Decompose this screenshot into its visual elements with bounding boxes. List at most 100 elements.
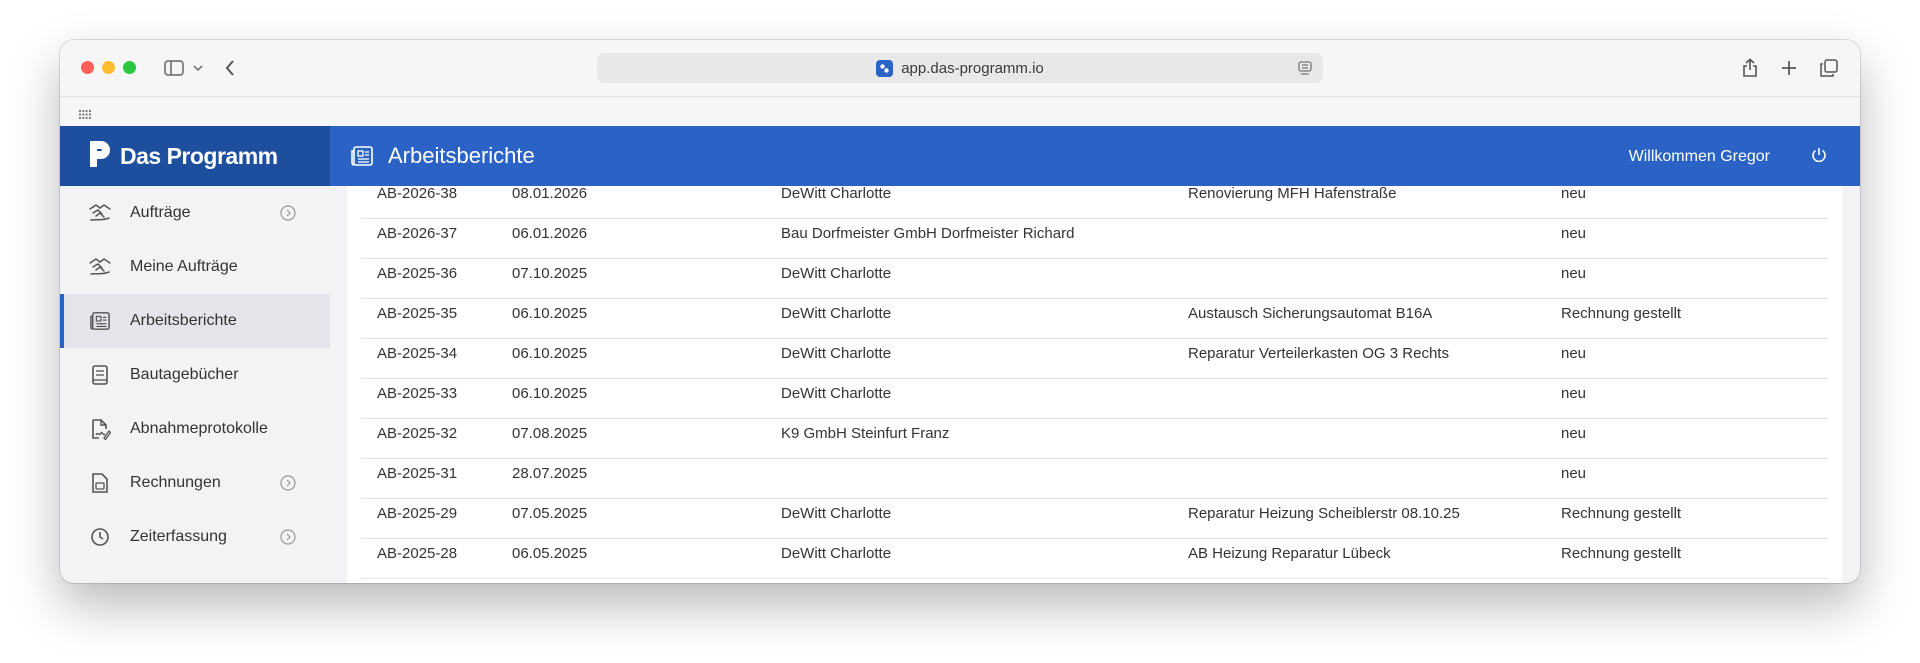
table-row[interactable]: AB-2025-35 06.10.2025 DeWitt Charlotte Aust… xyxy=(361,298,1828,339)
report-id-cell: AB-2026-38 xyxy=(377,186,458,202)
date-cell: 28.07.2025 xyxy=(512,465,588,482)
signed-document-icon xyxy=(88,417,112,441)
handshake-icon xyxy=(88,255,112,279)
tab-overview-icon[interactable] xyxy=(1815,54,1843,82)
status-cell: Rechnung gestellt xyxy=(1561,305,1682,322)
status-cell: neu xyxy=(1561,345,1587,362)
table-row[interactable]: AB-2025-29 07.05.2025 DeWitt Charlotte Repa… xyxy=(361,498,1828,539)
table-row[interactable]: AB-2025-32 07.08.2025 K9 GmbH Steinfurt Fr… xyxy=(361,418,1828,459)
chevron-right-icon[interactable] xyxy=(280,529,296,550)
sidebar-item-meine-auftraege[interactable]: Meine Aufträge xyxy=(60,240,330,294)
logo-icon xyxy=(88,139,114,174)
logo-text: Das Programm xyxy=(120,142,278,169)
newspaper-icon xyxy=(350,145,374,167)
welcome-text: Willkommen Gregor xyxy=(1628,148,1770,165)
chevron-down-icon[interactable] xyxy=(184,54,212,82)
table-row[interactable]: AB-2025-31 28.07.2025 neu xyxy=(361,458,1828,499)
report-id-cell: AB-2025-29 xyxy=(377,505,458,522)
handshake-icon xyxy=(88,201,112,225)
date-cell: 07.08.2025 xyxy=(512,425,588,442)
customer-cell: DeWitt Charlotte xyxy=(781,345,892,362)
report-id-cell: AB-2025-28 xyxy=(377,545,458,562)
project-cell: Reparatur Verteilerkasten OG 3 Rechts xyxy=(1188,345,1449,362)
apps-grid-icon[interactable] xyxy=(78,106,92,124)
table-container: AB-2026-38 08.01.2026 DeWitt Charlotte Reno… xyxy=(347,186,1842,583)
browser-window: app.das-programm.io Das Programm Aufträg… xyxy=(60,40,1860,583)
sidebar-item-label: Zeiterfassung xyxy=(130,528,227,545)
invoice-icon xyxy=(88,471,112,495)
url-text: app.das-programm.io xyxy=(901,59,1044,77)
status-cell: neu xyxy=(1561,425,1587,442)
date-cell: 07.05.2025 xyxy=(512,505,588,522)
table-row[interactable]: AB-2026-38 08.01.2026 DeWitt Charlotte Reno… xyxy=(361,186,1828,219)
report-id-cell: AB-2025-35 xyxy=(377,305,458,322)
date-cell: 06.10.2025 xyxy=(512,345,588,362)
date-cell: 07.10.2025 xyxy=(512,265,588,282)
table-row[interactable]: AB-2025-33 06.10.2025 DeWitt Charlotte neu xyxy=(361,378,1828,419)
sidebar-item-label: Arbeitsberichte xyxy=(130,312,237,329)
sidebar-nav: Aufträge Meine Aufträge Arbeitsberichte Bau… xyxy=(60,186,330,564)
site-favicon-icon xyxy=(876,59,894,77)
customer-cell: Bau Dorfmeister GmbH Dorfmeister Richard xyxy=(781,225,1075,242)
status-cell: neu xyxy=(1561,186,1587,202)
table-row[interactable]: AB-2025-36 07.10.2025 DeWitt Charlotte neu xyxy=(361,258,1828,299)
customer-cell: DeWitt Charlotte xyxy=(781,545,892,562)
table-row[interactable]: AB-2026-37 06.01.2026 Bau Dorfmeister GmbH… xyxy=(361,218,1828,259)
report-id-cell: AB-2026-37 xyxy=(377,225,458,242)
sidebar-item-rechnungen[interactable]: Rechnungen xyxy=(60,456,330,510)
minimize-window-button[interactable] xyxy=(102,61,115,74)
sidebar-item-abnahmeprotokolle[interactable]: Abnahmeprotokolle xyxy=(60,402,330,456)
address-bar[interactable]: app.das-programm.io xyxy=(597,53,1323,83)
sidebar: Das Programm Aufträge Meine Aufträge Arbei… xyxy=(60,126,331,583)
customer-cell: DeWitt Charlotte xyxy=(781,305,892,322)
table-row[interactable]: AB-2025-28 06.05.2025 DeWitt Charlotte AB H… xyxy=(361,538,1828,579)
date-cell: 06.10.2025 xyxy=(512,385,588,402)
status-cell: Rechnung gestellt xyxy=(1561,505,1682,522)
project-cell: Austausch Sicherungsautomat B16A xyxy=(1188,305,1433,322)
sidebar-item-label: Aufträge xyxy=(130,204,191,221)
logo-bar[interactable]: Das Programm xyxy=(60,126,330,186)
chevron-right-icon[interactable] xyxy=(280,475,296,496)
sidebar-item-bautagebuecher[interactable]: Bautagebücher xyxy=(60,348,330,402)
date-cell: 08.01.2026 xyxy=(512,186,588,202)
customer-cell: K9 GmbH Steinfurt Franz xyxy=(781,425,950,442)
project-cell: Reparatur Heizung Scheiblerstr 08.10.25 xyxy=(1188,505,1460,522)
report-id-cell: AB-2025-32 xyxy=(377,425,458,442)
report-id-cell: AB-2025-36 xyxy=(377,265,458,282)
sidebar-item-auftraege[interactable]: Aufträge xyxy=(60,186,330,240)
browser-titlebar: app.das-programm.io xyxy=(60,40,1860,96)
clock-icon xyxy=(88,525,112,549)
status-cell: neu xyxy=(1561,225,1587,242)
status-cell: Rechnung gestellt xyxy=(1561,545,1682,562)
chevron-right-icon[interactable] xyxy=(280,205,296,226)
report-id-cell: AB-2025-34 xyxy=(377,345,458,362)
date-cell: 06.01.2026 xyxy=(512,225,588,242)
reader-mode-icon[interactable] xyxy=(1297,60,1313,80)
newspaper-icon xyxy=(88,309,112,333)
sidebar-item-arbeitsberichte[interactable]: Arbeitsberichte xyxy=(60,294,330,348)
status-cell: neu xyxy=(1561,385,1587,402)
project-cell: AB Heizung Reparatur Lübeck xyxy=(1188,545,1391,562)
status-cell: neu xyxy=(1561,265,1587,282)
customer-cell: DeWitt Charlotte xyxy=(781,505,892,522)
sidebar-item-zeiterfassung[interactable]: Zeiterfassung xyxy=(60,510,330,564)
close-window-button[interactable] xyxy=(81,61,94,74)
zoom-window-button[interactable] xyxy=(123,61,136,74)
page-header: Arbeitsberichte Willkommen Gregor xyxy=(330,126,1860,186)
app-area: Das Programm Aufträge Meine Aufträge Arbei… xyxy=(60,126,1860,583)
report-id-cell: AB-2025-31 xyxy=(377,465,458,482)
date-cell: 06.10.2025 xyxy=(512,305,588,322)
power-icon[interactable] xyxy=(1810,146,1828,169)
share-icon[interactable] xyxy=(1736,54,1764,82)
sidebar-item-label: Meine Aufträge xyxy=(130,258,238,275)
date-cell: 06.05.2025 xyxy=(512,545,588,562)
back-icon[interactable] xyxy=(216,54,244,82)
report-id-cell: AB-2025-33 xyxy=(377,385,458,402)
page-title: Arbeitsberichte xyxy=(388,143,535,168)
customer-cell: DeWitt Charlotte xyxy=(781,265,892,282)
table-row[interactable]: AB-2025-34 06.10.2025 DeWitt Charlotte Repa… xyxy=(361,338,1828,379)
book-icon xyxy=(88,363,112,387)
sidebar-item-label: Abnahmeprotokolle xyxy=(130,420,268,437)
status-cell: neu xyxy=(1561,465,1587,482)
new-tab-icon[interactable] xyxy=(1775,54,1803,82)
